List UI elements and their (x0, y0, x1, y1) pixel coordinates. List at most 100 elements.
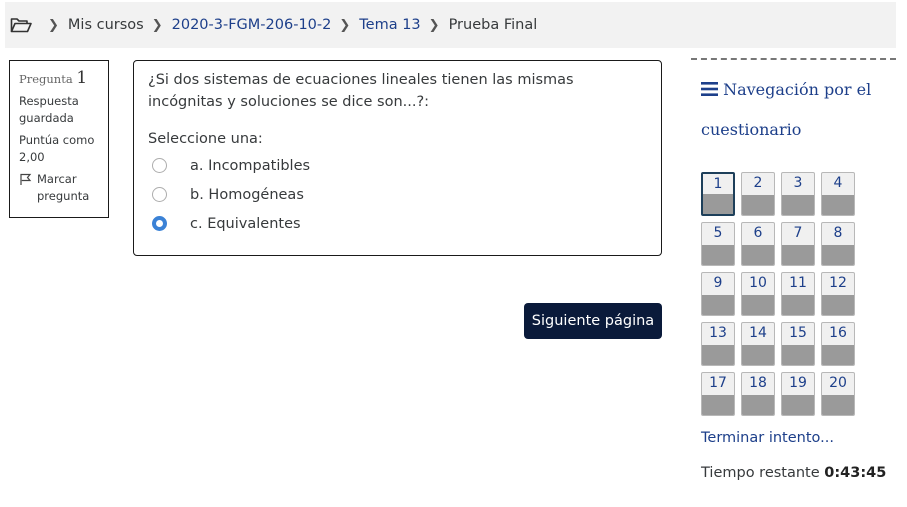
question-nav-number: 19 (789, 375, 807, 391)
flag-icon (19, 173, 32, 191)
question-nav-number: 3 (793, 175, 803, 191)
radio-button-selected[interactable] (152, 216, 167, 231)
question-nav-button[interactable]: 20 (821, 372, 855, 416)
question-nav-status-bar (742, 345, 774, 365)
question-nav-button[interactable]: 11 (781, 272, 815, 316)
question-nav-number: 10 (749, 275, 767, 291)
radio-button[interactable] (152, 187, 167, 202)
question-nav-button[interactable]: 17 (701, 372, 735, 416)
question-nav-button[interactable]: 16 (821, 322, 855, 366)
question-nav-button[interactable]: 2 (741, 172, 775, 216)
question-nav-status-bar (782, 195, 814, 215)
question-nav-status-bar (702, 395, 734, 415)
question-nav-button[interactable]: 14 (741, 322, 775, 366)
question-number: Pregunta 1 (19, 70, 99, 88)
question-nav-button[interactable]: 10 (741, 272, 775, 316)
question-nav-number: 4 (833, 175, 843, 191)
question-nav-status-bar (822, 345, 854, 365)
question-nav-status-bar (742, 295, 774, 315)
hamburger-icon (701, 80, 723, 99)
question-nav-button[interactable]: 15 (781, 322, 815, 366)
answer-option[interactable]: c. Equivalentes (152, 209, 647, 238)
question-nav-button[interactable]: 7 (781, 222, 815, 266)
question-nav-button[interactable]: 9 (701, 272, 735, 316)
breadcrumb-course[interactable]: 2020-3-FGM-206-10-2 (172, 17, 332, 33)
question-number-value: 1 (76, 68, 88, 88)
question-nav-button[interactable]: 3 (781, 172, 815, 216)
chevron-right-icon: ❯ (48, 17, 59, 33)
question-nav-button[interactable]: 18 (741, 372, 775, 416)
question-nav-status-bar (822, 245, 854, 265)
question-nav-status-bar (782, 395, 814, 415)
radio-button[interactable] (152, 158, 167, 173)
breadcrumb-item[interactable]: ❯ Tema 13 (331, 17, 420, 33)
question-nav-number: 14 (749, 325, 767, 341)
question-nav-number: 18 (749, 375, 767, 391)
breadcrumb: ❯ Mis cursos ❯ 2020-3-FGM-206-10-2 ❯ Tem… (5, 2, 896, 48)
question-nav-status-bar (822, 295, 854, 315)
question-nav-button[interactable]: 13 (701, 322, 735, 366)
question-box: ¿Si dos sistemas de ecuaciones lineales … (133, 60, 662, 256)
question-nav-button[interactable]: 6 (741, 222, 775, 266)
breadcrumb-item[interactable]: ❯ 2020-3-FGM-206-10-2 (144, 17, 332, 33)
question-nav-button[interactable]: 19 (781, 372, 815, 416)
question-nav-status-bar (782, 245, 814, 265)
question-nav-status-bar (702, 345, 734, 365)
time-remaining-label: Tiempo restante (701, 465, 820, 481)
question-nav-status-bar (702, 245, 734, 265)
finish-attempt-link[interactable]: Terminar intento... (701, 430, 834, 446)
question-score: Puntúa como 2,00 (19, 133, 95, 164)
question-text: ¿Si dos sistemas de ecuaciones lineales … (148, 72, 574, 110)
breadcrumb-mis-cursos[interactable]: Mis cursos (68, 17, 144, 33)
quiz-navigation-title: Navegación por el cuestionario (701, 70, 896, 150)
question-nav-status-bar (782, 295, 814, 315)
breadcrumb-current: Prueba Final (448, 17, 538, 33)
chevron-right-icon: ❯ (339, 17, 351, 33)
question-nav-status-bar (822, 195, 854, 215)
answer-option[interactable]: b. Homogéneas (152, 180, 647, 209)
question-nav-button[interactable]: 5 (701, 222, 735, 266)
question-nav-number: 15 (789, 325, 807, 341)
question-nav-number: 11 (789, 275, 807, 291)
question-nav-status-bar (702, 295, 734, 315)
question-nav-number: 9 (713, 275, 723, 291)
question-nav-button[interactable]: 12 (821, 272, 855, 316)
folder-open-icon[interactable] (10, 17, 32, 33)
question-nav-number: 1 (713, 176, 723, 192)
flag-question-link[interactable]: Marcar pregunta (19, 171, 99, 205)
question-nav-number: 17 (709, 375, 727, 391)
answer-option-label[interactable]: a. Incompatibles (190, 158, 310, 174)
question-status: Respuesta guardada (19, 94, 79, 125)
breadcrumb-item: ❯ Prueba Final (421, 17, 538, 33)
quiz-navigation-panel: Navegación por el cuestionario 123456789… (691, 58, 896, 500)
time-remaining: Tiempo restante 0:43:45 (701, 465, 886, 481)
answer-prompt: Seleccione una: (148, 131, 263, 147)
answer-option-label[interactable]: b. Homogéneas (190, 187, 304, 203)
question-nav-number: 2 (753, 175, 763, 191)
quiz-navigation-title-text: Navegación por el cuestionario (701, 80, 872, 139)
breadcrumb-item[interactable]: ❯ Mis cursos (40, 17, 144, 33)
question-nav-status-bar (703, 194, 733, 214)
question-nav-status-bar (742, 245, 774, 265)
breadcrumb-topic[interactable]: Tema 13 (359, 17, 420, 33)
question-info: Pregunta 1 Respuesta guardada Puntúa com… (9, 60, 109, 218)
question-nav-status-bar (742, 395, 774, 415)
question-nav-number: 7 (793, 225, 803, 241)
question-nav-number: 8 (833, 225, 843, 241)
flag-question-label[interactable]: Marcar pregunta (37, 171, 99, 205)
question-nav-button[interactable]: 8 (821, 222, 855, 266)
answer-option-label[interactable]: c. Equivalentes (190, 216, 301, 232)
question-nav-status-bar (742, 195, 774, 215)
question-nav-button[interactable]: 1 (701, 172, 735, 216)
question-nav-status-bar (782, 345, 814, 365)
question-nav-number: 12 (829, 275, 847, 291)
next-page-button[interactable]: Siguiente página (524, 303, 662, 339)
question-nav-button[interactable]: 4 (821, 172, 855, 216)
question-nav-number: 16 (829, 325, 847, 341)
question-nav-number: 20 (829, 375, 847, 391)
chevron-right-icon: ❯ (428, 17, 440, 33)
question-nav-number: 6 (753, 225, 763, 241)
question-nav-number: 13 (709, 325, 727, 341)
answer-option[interactable]: a. Incompatibles (152, 151, 647, 180)
chevron-right-icon: ❯ (151, 17, 163, 33)
